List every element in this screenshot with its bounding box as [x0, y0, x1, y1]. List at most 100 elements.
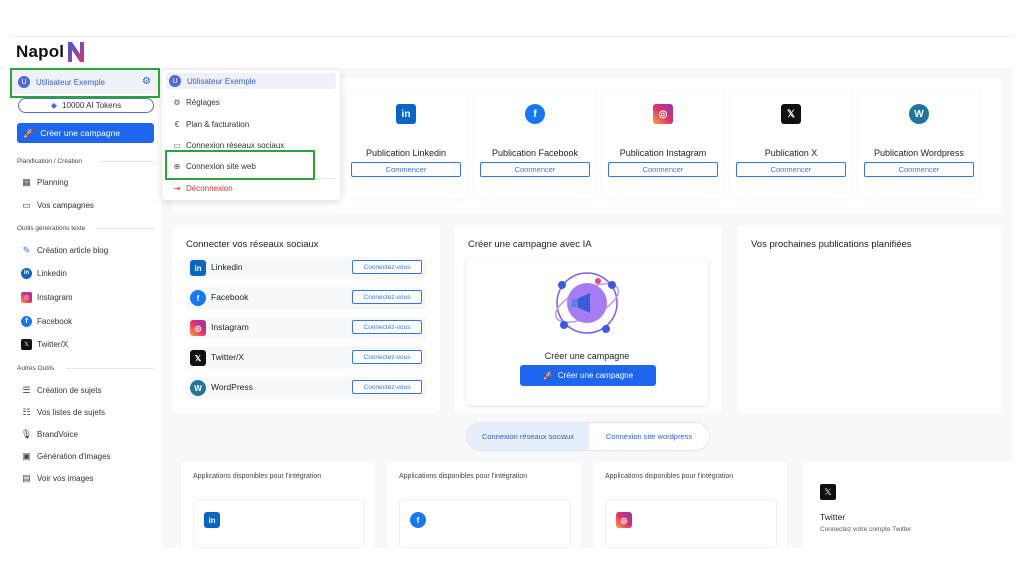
list-icon: ☰ — [22, 384, 31, 395]
nav-voir-images[interactable]: ▤ Voir vos images — [21, 471, 93, 485]
nav-generation-images[interactable]: ▣ Génération d'images — [21, 449, 110, 463]
nav-facebook[interactable]: f Facebook — [21, 314, 72, 328]
diamond-icon: ◆ — [50, 101, 58, 110]
nav-creation-sujets[interactable]: ☰ Création de sujets — [21, 383, 101, 397]
nav-twitter-label: Twitter/X — [37, 339, 69, 349]
publication-card-linkedin[interactable]: in Publication Linkedin Commencer — [345, 92, 467, 199]
network-row-instagram: ◎ Instagram Connectez-vous — [186, 317, 426, 339]
nav-facebook-label: Facebook — [37, 316, 73, 326]
menu-item-reglages[interactable]: ⚙ Réglages — [172, 95, 219, 109]
nav-article-blog[interactable]: ✎ Création article blog — [21, 243, 108, 257]
commencer-button[interactable]: Commencer — [351, 162, 461, 177]
twitter-title: Twitter — [820, 512, 846, 522]
x-icon: 𝕏 — [190, 350, 206, 366]
wordpress-icon: W — [909, 104, 929, 124]
nav-vos-campagnes-label: Vos campagnes — [37, 200, 94, 210]
section-planning: Planification / Création — [17, 158, 83, 165]
network-name: Linkedin — [211, 262, 243, 272]
nav-creation-sujets-label: Création de sujets — [37, 385, 102, 395]
brand-name: Napol — [16, 42, 65, 61]
integration-card-linkedin: Applications disponibles pour l'intégrat… — [181, 461, 375, 548]
connect-button[interactable]: Connectez-vous — [352, 260, 422, 274]
facebook-icon: f — [190, 290, 206, 306]
publication-title: Publication X — [764, 148, 818, 158]
integration-tile[interactable]: f — [399, 499, 571, 548]
highlight-connexion-site-web — [165, 150, 315, 180]
network-row-twitter: 𝕏 Twitter/X Connectez-vous — [186, 347, 426, 369]
publication-card-instagram[interactable]: ◎ Publication Instagram Commencer — [602, 92, 724, 199]
nav-brandvoice-label: BrandVoice — [37, 429, 78, 439]
instagram-icon: ◎ — [616, 512, 632, 528]
integration-tile[interactable]: ◎ — [605, 499, 777, 548]
integration-card-twitter[interactable]: 𝕏 Twitter Connectez votre compte Twitter — [802, 461, 1012, 548]
linkedin-icon: in — [190, 260, 206, 276]
tab-site-wordpress[interactable]: Connexion site wordpress — [589, 423, 709, 450]
connect-button[interactable]: Connectez-vous — [352, 380, 422, 394]
instagram-icon: ◎ — [653, 104, 673, 124]
nav-linkedin-label: Linkedin — [37, 268, 67, 278]
nav-vos-campagnes[interactable]: ▭ Vos campagnes — [21, 198, 94, 212]
connect-button[interactable]: Connectez-vous — [352, 320, 422, 334]
calendar-icon: ▦ — [22, 176, 31, 187]
dropdown-user[interactable]: U Utilisateur Exemple — [166, 73, 336, 89]
ia-create-campaign-button[interactable]: 🚀 Créer une campagne — [520, 365, 656, 386]
integration-tile[interactable]: in — [193, 499, 365, 548]
integration-label: Applications disponibles pour l'intégrat… — [193, 473, 322, 480]
user-avatar: U — [169, 75, 181, 87]
facebook-icon: f — [21, 315, 32, 327]
euro-icon: € — [174, 119, 180, 129]
integration-card-facebook: Applications disponibles pour l'intégrat… — [387, 461, 581, 548]
gear-icon: ⚙ — [173, 97, 181, 107]
nav-instagram[interactable]: ◎ Instagram — [21, 290, 73, 304]
x-icon: 𝕏 — [781, 104, 801, 124]
network-icon: ▭ — [173, 140, 181, 150]
tokens-badge[interactable]: ◆ 10000 AI Tokens — [18, 98, 154, 113]
menu-item-label: Plan & facturation — [186, 119, 250, 129]
scheduled-title: Vos prochaines publications planifiées — [751, 239, 912, 250]
section-divider — [66, 368, 154, 369]
nav-twitter[interactable]: 𝕏 Twitter/X — [21, 337, 68, 351]
create-campaign-button[interactable]: 🚀 Créer une campagne — [17, 123, 154, 143]
ia-campaign-title: Créer une campagne avec IA — [468, 239, 592, 250]
logout-icon: ⇥ — [173, 183, 181, 193]
image-icon: ▣ — [22, 450, 31, 461]
nav-voir-images-label: Voir vos images — [37, 473, 94, 483]
menu-item-label: Déconnexion — [186, 183, 233, 193]
connect-button[interactable]: Connectez-vous — [352, 350, 422, 364]
dropdown-user-name: Utilisateur Exemple — [187, 76, 256, 86]
commencer-button[interactable]: Commencer — [608, 162, 718, 177]
publication-card-wordpress[interactable]: W Publication Wordpress Commencer — [858, 92, 980, 199]
tab-reseaux-sociaux[interactable]: Connexion réseaux sociaux — [467, 423, 589, 450]
menu-item-deconnexion[interactable]: ⇥ Déconnexion — [172, 181, 233, 195]
connection-tabs: Connexion réseaux sociaux Connexion site… — [466, 422, 710, 451]
nav-article-blog-label: Création article blog — [37, 245, 109, 255]
network-name: Twitter/X — [211, 352, 245, 362]
nav-planning-label: Planning — [37, 177, 69, 187]
commencer-button[interactable]: Commencer — [736, 162, 846, 177]
nav-listes-sujets[interactable]: ☷ Vos listes de sujets — [21, 405, 105, 419]
sidebar: U Utilisateur Exemple ⚙ ◆ 10000 AI Token… — [10, 68, 160, 548]
menu-item-plan-facturation[interactable]: € Plan & facturation — [172, 117, 249, 131]
commencer-button[interactable]: Commencer — [480, 162, 590, 177]
rocket-icon: 🚀 — [23, 127, 35, 138]
brand-logo[interactable]: Napol — [16, 40, 86, 64]
x-icon: 𝕏 — [820, 484, 836, 500]
facebook-icon: f — [525, 104, 545, 124]
ia-create-campaign-label: Créer une campagne — [557, 371, 634, 380]
commencer-button[interactable]: Commencer — [864, 162, 974, 177]
nav-linkedin[interactable]: in Linkedin — [21, 266, 67, 280]
wordpress-icon: W — [190, 380, 206, 396]
nav-listes-sujets-label: Vos listes de sujets — [37, 407, 106, 417]
publication-card-x[interactable]: 𝕏 Publication X Commencer — [730, 92, 852, 199]
nav-planning[interactable]: ▦ Planning — [21, 175, 68, 189]
nav-brandvoice[interactable]: 🎙 BrandVoice — [21, 427, 78, 441]
x-icon: 𝕏 — [21, 338, 32, 350]
connect-button[interactable]: Connectez-vous — [352, 290, 422, 304]
ia-campaign-label: Créer une campagne — [544, 351, 630, 361]
create-campaign-label: Créer une campagne — [40, 128, 121, 138]
network-name: Instagram — [211, 322, 249, 332]
publication-card-facebook[interactable]: f Publication Facebook Commencer — [474, 92, 596, 199]
publication-title: Publication Linkedin — [365, 148, 447, 158]
connect-social-title: Connecter vos réseaux sociaux — [186, 239, 319, 250]
nav-instagram-label: Instagram — [37, 292, 73, 302]
